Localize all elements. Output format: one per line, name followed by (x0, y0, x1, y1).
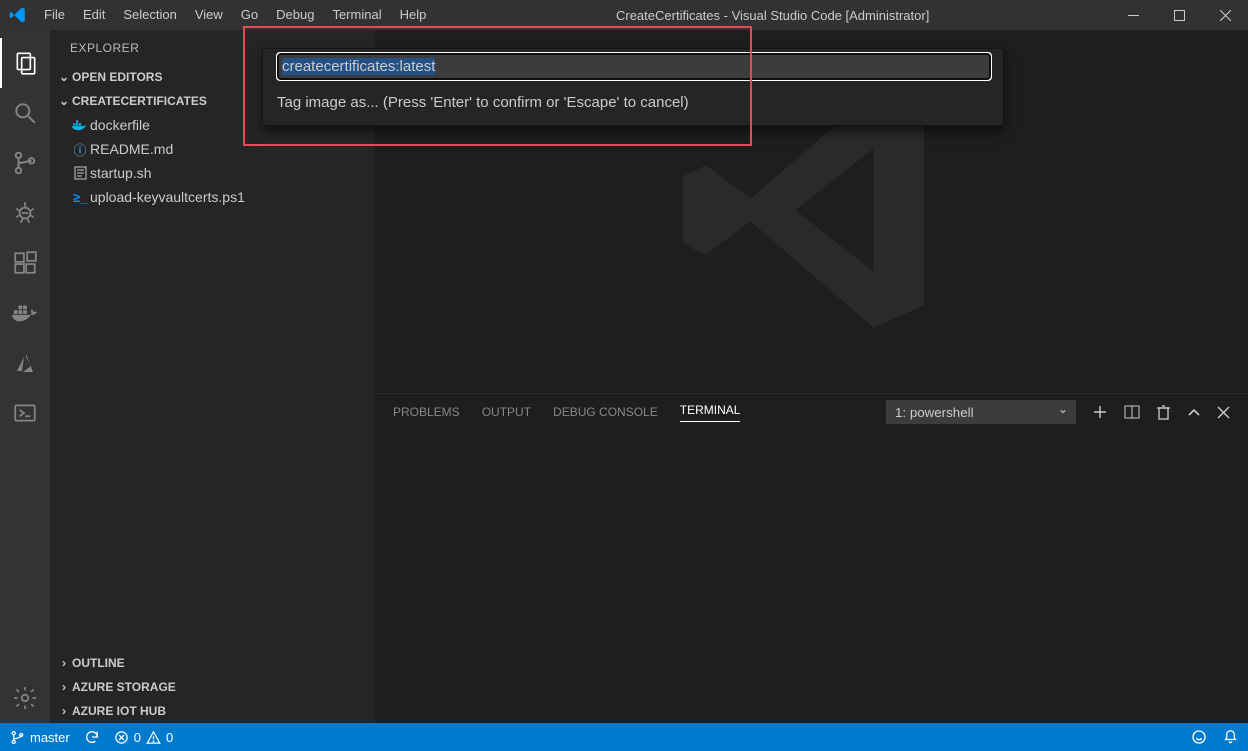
search-icon[interactable] (0, 88, 50, 138)
file-label: dockerfile (90, 117, 150, 133)
status-bar: master 0 0 (0, 723, 1248, 751)
menu-selection[interactable]: Selection (114, 0, 185, 30)
errors-count: 0 (134, 730, 141, 745)
extensions-icon[interactable] (0, 238, 50, 288)
azure-iot-label: AZURE IOT HUB (72, 704, 166, 718)
menu-terminal[interactable]: Terminal (323, 0, 390, 30)
panel-tabs: PROBLEMS OUTPUT DEBUG CONSOLE TERMINAL 1… (375, 394, 1248, 430)
azure-storage-label: AZURE STORAGE (72, 680, 176, 694)
panel: PROBLEMS OUTPUT DEBUG CONSOLE TERMINAL 1… (375, 393, 1248, 723)
menu-bar: File Edit Selection View Go Debug Termin… (35, 0, 435, 30)
powershell-icon[interactable] (0, 388, 50, 438)
file-label: startup.sh (90, 165, 151, 181)
quick-input: Tag image as... (Press 'Enter' to confir… (262, 48, 1004, 126)
chevron-down-icon: ⌄ (56, 94, 72, 108)
tab-output[interactable]: OUTPUT (482, 405, 531, 419)
file-startup[interactable]: startup.sh (50, 161, 375, 185)
terminal-select[interactable]: 1: powershell (886, 400, 1076, 424)
file-icon (70, 166, 90, 180)
split-terminal-icon[interactable] (1124, 404, 1140, 420)
close-panel-icon[interactable] (1217, 406, 1230, 419)
info-icon: ⓘ (70, 140, 90, 159)
sidebar: EXPLORER ⌄OPEN EDITORS ⌄CREATECERTIFICAT… (50, 30, 375, 723)
git-branch[interactable]: master (10, 730, 70, 745)
settings-icon[interactable] (0, 673, 50, 723)
powershell-file-icon: ≥_ (70, 190, 90, 205)
problems-status[interactable]: 0 0 (114, 730, 173, 745)
branch-label: master (30, 730, 70, 745)
menu-go[interactable]: Go (232, 0, 267, 30)
menu-file[interactable]: File (35, 0, 74, 30)
vscode-icon (0, 6, 35, 24)
minimize-button[interactable] (1110, 0, 1156, 30)
tab-debug-console[interactable]: DEBUG CONSOLE (553, 405, 658, 419)
editor-area: PROBLEMS OUTPUT DEBUG CONSOLE TERMINAL 1… (375, 30, 1248, 723)
docker-file-icon (70, 118, 90, 132)
project-label: CREATECERTIFICATES (72, 94, 207, 108)
file-label: upload-keyvaultcerts.ps1 (90, 189, 245, 205)
chevron-down-icon: ⌄ (56, 70, 72, 84)
open-editors-label: OPEN EDITORS (72, 70, 162, 84)
tag-image-input[interactable] (277, 53, 991, 80)
file-upload-ps1[interactable]: ≥_ upload-keyvaultcerts.ps1 (50, 185, 375, 209)
title-bar: File Edit Selection View Go Debug Termin… (0, 0, 1248, 30)
file-readme[interactable]: ⓘ README.md (50, 137, 375, 161)
chevron-right-icon: › (56, 656, 72, 670)
terminal-select-wrap: 1: powershell (886, 400, 1076, 424)
menu-debug[interactable]: Debug (267, 0, 323, 30)
window-controls (1110, 0, 1248, 30)
outline-label: OUTLINE (72, 656, 125, 670)
bell-icon[interactable] (1223, 729, 1238, 745)
source-control-icon[interactable] (0, 138, 50, 188)
menu-edit[interactable]: Edit (74, 0, 114, 30)
outline-section[interactable]: ›OUTLINE (50, 651, 375, 675)
chevron-right-icon: › (56, 704, 72, 718)
new-terminal-icon[interactable] (1092, 404, 1108, 420)
sync-button[interactable] (84, 729, 100, 745)
tab-problems[interactable]: PROBLEMS (393, 405, 460, 419)
close-button[interactable] (1202, 0, 1248, 30)
docker-icon[interactable] (0, 288, 50, 338)
chevron-up-icon[interactable] (1187, 405, 1201, 419)
explorer-icon[interactable] (0, 38, 50, 88)
window-title: CreateCertificates - Visual Studio Code … (435, 8, 1110, 23)
file-label: README.md (90, 141, 173, 157)
activity-bar (0, 30, 50, 723)
maximize-button[interactable] (1156, 0, 1202, 30)
azure-icon[interactable] (0, 338, 50, 388)
debug-icon[interactable] (0, 188, 50, 238)
warnings-count: 0 (166, 730, 173, 745)
menu-view[interactable]: View (186, 0, 232, 30)
quick-input-hint: Tag image as... (Press 'Enter' to confir… (263, 84, 1003, 125)
trash-icon[interactable] (1156, 404, 1171, 420)
azure-iot-section[interactable]: ›AZURE IOT HUB (50, 699, 375, 723)
azure-storage-section[interactable]: ›AZURE STORAGE (50, 675, 375, 699)
menu-help[interactable]: Help (391, 0, 436, 30)
chevron-right-icon: › (56, 680, 72, 694)
tab-terminal[interactable]: TERMINAL (680, 403, 741, 422)
feedback-icon[interactable] (1191, 729, 1207, 745)
